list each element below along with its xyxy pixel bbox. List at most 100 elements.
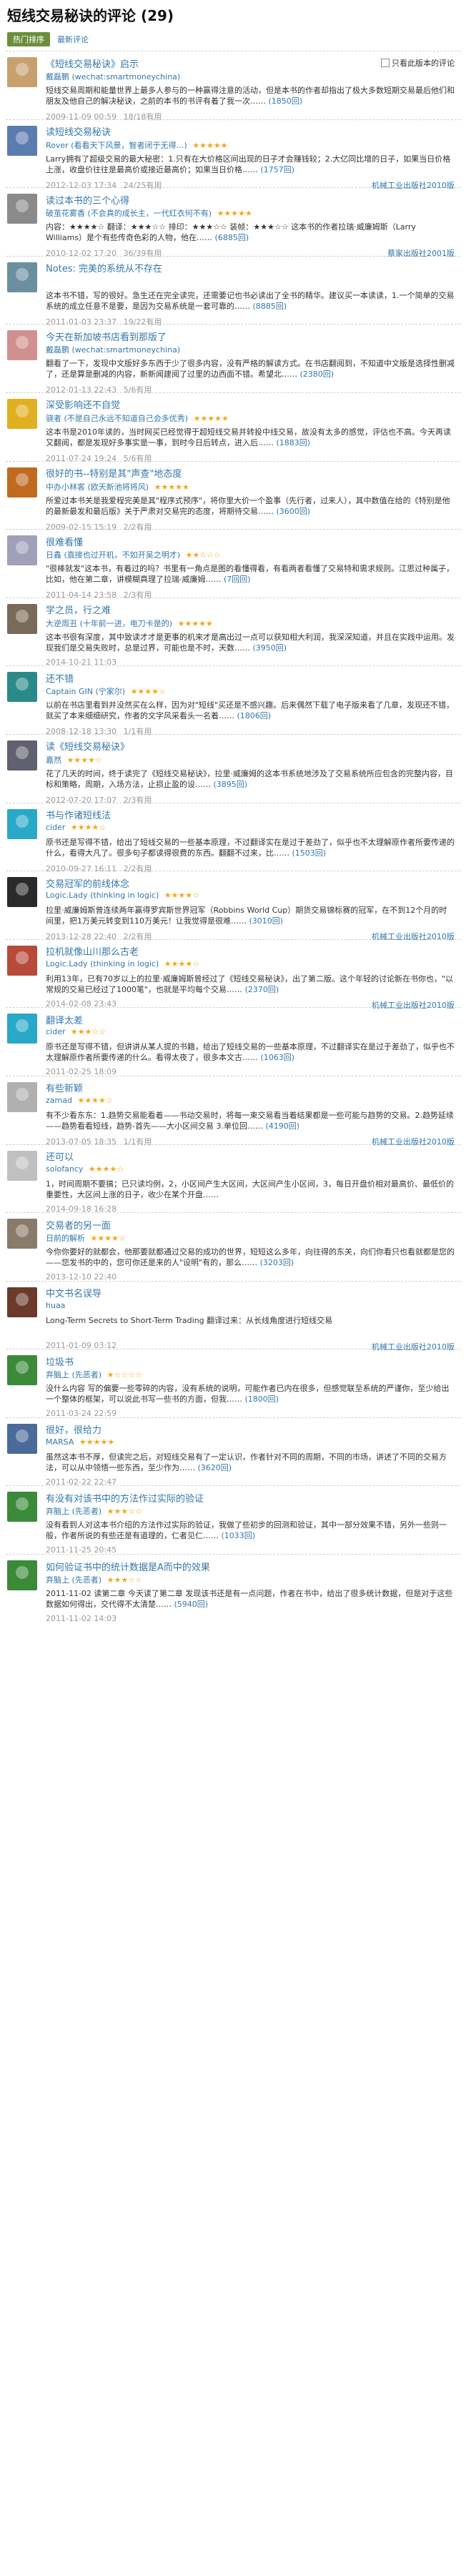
author-link[interactable]: 戴磊鹏 (wechat:smartmoneychina) bbox=[46, 72, 180, 81]
avatar[interactable] bbox=[7, 603, 37, 634]
author-link[interactable]: 弃脑上 (先恶者) bbox=[46, 1507, 101, 1516]
read-more-link[interactable]: (1033回) bbox=[222, 1531, 256, 1540]
review-title[interactable]: 中文书名误导 bbox=[46, 1286, 101, 1299]
useful-count[interactable]: 36/39有用 bbox=[124, 249, 162, 258]
read-more-link[interactable]: (1806回) bbox=[237, 711, 272, 720]
review-title[interactable]: Notes: 完美的系统从不存在 bbox=[46, 261, 162, 274]
author-link[interactable]: Logic.Lady (thinking in logic) bbox=[46, 959, 159, 969]
review-title[interactable]: 有些新颖 bbox=[46, 1081, 83, 1094]
author-link[interactable]: cider bbox=[46, 823, 65, 832]
avatar[interactable] bbox=[7, 945, 37, 976]
avatar[interactable] bbox=[7, 1081, 37, 1112]
author-link[interactable]: 破茧花雾香 (不会真的成长主，一代红衣何不有) bbox=[46, 209, 212, 218]
review-title[interactable]: 交易冠军的前线体念 bbox=[46, 876, 129, 890]
avatar[interactable] bbox=[7, 808, 37, 839]
author-link[interactable]: cider bbox=[46, 1027, 65, 1036]
edition-link[interactable]: 机械工业出版社2010版 bbox=[372, 1136, 455, 1147]
avatar[interactable] bbox=[7, 1492, 37, 1522]
author-link[interactable]: 弃脑上 (先恶者) bbox=[46, 1575, 101, 1585]
read-more-link[interactable]: (3895回) bbox=[214, 780, 248, 789]
author-link[interactable]: huaa bbox=[46, 1301, 65, 1310]
review-title[interactable]: 还可以 bbox=[46, 1149, 74, 1163]
read-more-link[interactable]: (1503回) bbox=[292, 848, 327, 858]
avatar[interactable] bbox=[7, 740, 37, 771]
edition-filter[interactable]: 只看此版本的评论 bbox=[381, 57, 455, 69]
avatar[interactable] bbox=[7, 1560, 37, 1591]
useful-count[interactable]: 5/6有用 bbox=[124, 454, 152, 463]
review-title[interactable]: 书与作诸短线法 bbox=[46, 808, 111, 821]
read-more-link[interactable]: (6885回) bbox=[215, 233, 249, 242]
read-more-link[interactable]: (3600回) bbox=[277, 507, 311, 516]
review-title[interactable]: 很好，很给力 bbox=[46, 1422, 101, 1436]
avatar[interactable] bbox=[7, 262, 37, 292]
read-more-link[interactable]: (1063回) bbox=[261, 1053, 295, 1062]
author-link[interactable]: 日鑫 (直接也过开机，不如开吴之明才) bbox=[46, 550, 180, 560]
review-title[interactable]: 很好的书--特别是其"声查"地态度 bbox=[46, 466, 182, 480]
review-title[interactable]: 读过本书的三个心得 bbox=[46, 193, 129, 207]
review-title[interactable]: 学之员，行之难 bbox=[46, 603, 111, 616]
read-more-link[interactable]: (3010回) bbox=[249, 916, 284, 926]
author-link[interactable]: 大逆周丑 (十年前一进，电刀卡是的) bbox=[46, 619, 172, 628]
author-link[interactable]: Captain GIN (宁家尔) bbox=[46, 687, 125, 696]
avatar[interactable] bbox=[7, 1423, 37, 1454]
edition-link[interactable]: 机械工业出版社2010版 bbox=[372, 179, 455, 191]
read-more-link[interactable]: (1757回) bbox=[261, 165, 295, 174]
useful-count[interactable]: 19/22有用 bbox=[124, 317, 162, 327]
read-more-link[interactable]: (1883回) bbox=[277, 438, 311, 447]
review-title[interactable]: 读短线交易秘诀 bbox=[46, 124, 111, 138]
avatar[interactable] bbox=[7, 672, 37, 703]
review-title[interactable]: 深受影响还不自觉 bbox=[46, 397, 120, 411]
read-more-link[interactable]: (7回回) bbox=[224, 575, 251, 584]
author-link[interactable]: solofancy bbox=[46, 1164, 83, 1174]
avatar[interactable] bbox=[7, 467, 37, 497]
avatar[interactable] bbox=[7, 877, 37, 908]
author-link[interactable]: Logic.Lady (thinking in logic) bbox=[46, 891, 159, 900]
useful-count[interactable]: 2/3有用 bbox=[124, 590, 152, 600]
review-title[interactable]: 翻译太差 bbox=[46, 1013, 83, 1026]
edition-link[interactable]: 机械工业出版社2010版 bbox=[372, 931, 455, 942]
read-more-link[interactable]: (1800回) bbox=[245, 1394, 279, 1404]
useful-count[interactable]: 2/2有用 bbox=[124, 522, 152, 532]
useful-count[interactable]: 18/18有用 bbox=[124, 112, 162, 122]
useful-count[interactable]: 2/3有用 bbox=[124, 796, 152, 805]
edition-link[interactable]: 机械工业出版社2010版 bbox=[372, 999, 455, 1011]
avatar[interactable] bbox=[7, 125, 37, 156]
useful-count[interactable]: 24/25有用 bbox=[124, 181, 162, 190]
avatar[interactable] bbox=[7, 398, 37, 429]
avatar[interactable] bbox=[7, 57, 37, 87]
read-more-link[interactable]: (3620回) bbox=[198, 1463, 232, 1472]
tab-hot[interactable]: 热门排序 bbox=[7, 32, 50, 46]
review-title[interactable]: 很难看懂 bbox=[46, 535, 83, 548]
author-link[interactable]: 日前的解析 bbox=[46, 1234, 85, 1243]
read-more-link[interactable]: (2370回) bbox=[245, 985, 279, 994]
author-link[interactable]: MARSA bbox=[46, 1437, 74, 1447]
read-more-link[interactable]: (1850回) bbox=[269, 96, 303, 106]
review-title[interactable]: 如何验证书中的统计数据是A而中的效果 bbox=[46, 1560, 210, 1573]
review-title[interactable]: 读《短线交易秘诀》 bbox=[46, 739, 129, 753]
avatar[interactable] bbox=[7, 1014, 37, 1044]
review-title[interactable]: 《短线交易秘诀》启示 bbox=[46, 56, 139, 70]
read-more-link[interactable]: (8885回) bbox=[253, 302, 287, 311]
checkbox-icon[interactable] bbox=[381, 59, 390, 67]
read-more-link[interactable]: (3950回) bbox=[253, 643, 287, 653]
avatar[interactable] bbox=[7, 1287, 37, 1317]
useful-count[interactable]: 1/1有用 bbox=[124, 727, 152, 736]
review-title[interactable]: 拉机就像山川那么古老 bbox=[46, 944, 139, 958]
author-link[interactable]: 弃脑上 (先恶者) bbox=[46, 1370, 101, 1379]
read-more-link[interactable]: (5940回) bbox=[174, 1600, 209, 1609]
author-link[interactable]: 中办小林客 (欧天新池将将风) bbox=[46, 482, 149, 492]
review-title[interactable]: 交易者的另一面 bbox=[46, 1218, 111, 1232]
avatar[interactable] bbox=[7, 1150, 37, 1181]
avatar[interactable] bbox=[7, 194, 37, 224]
review-title[interactable]: 还不错 bbox=[46, 671, 74, 685]
author-link[interactable]: 戴磊鹏 (wechat:smartmoneychina) bbox=[46, 345, 180, 355]
useful-count[interactable]: 1/1有用 bbox=[124, 1137, 152, 1146]
edition-link[interactable]: 蔡家出版社2001版 bbox=[387, 247, 455, 259]
avatar[interactable] bbox=[7, 330, 37, 361]
review-title[interactable]: 今天在新加坡书店看到那版了 bbox=[46, 330, 167, 343]
author-link[interactable]: 骁者 (不是自己永远不知道自己会多优秀) bbox=[46, 414, 188, 423]
author-link[interactable]: 嘉然 bbox=[46, 756, 61, 765]
useful-count[interactable]: 5/6有用 bbox=[124, 385, 152, 395]
tab-latest[interactable]: 最新评论 bbox=[57, 34, 89, 45]
useful-count[interactable]: 2/2有用 bbox=[124, 864, 152, 873]
